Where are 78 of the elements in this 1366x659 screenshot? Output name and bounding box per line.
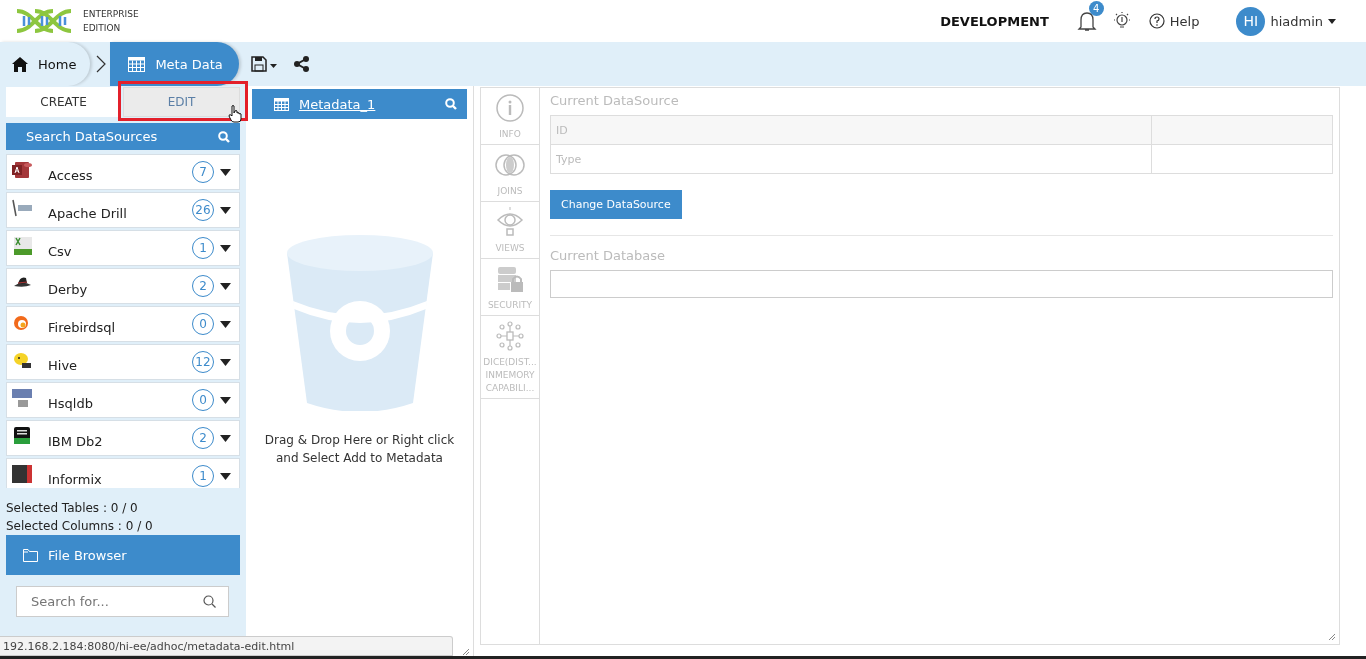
server-lock-icon xyxy=(495,264,525,294)
breadcrumb[interactable]: Home xyxy=(0,42,91,86)
spreadsheet-icon xyxy=(12,237,32,255)
tab[interactable]: CREATE xyxy=(6,87,121,117)
logo-icon xyxy=(15,8,73,34)
search-field[interactable]: Search for... xyxy=(16,586,229,617)
caret-icon[interactable] xyxy=(220,206,231,214)
drop-hint-text: Drag & Drop Here or Right click and Select Add to Metadata xyxy=(263,432,456,467)
search-datasources-bar[interactable]: Search DataSources xyxy=(6,123,240,150)
search-datasources-label: Search DataSources xyxy=(26,129,158,144)
eye-bulb-icon xyxy=(495,207,525,237)
table-icon xyxy=(274,97,289,111)
datasource-item[interactable]: Csv 1 xyxy=(6,230,240,266)
caret-icon[interactable] xyxy=(220,358,231,366)
metadata-name-link[interactable]: Metadata_1 xyxy=(299,96,435,112)
datasource-item[interactable]: Hsqldb 0 xyxy=(6,382,240,418)
caret-icon[interactable] xyxy=(220,244,231,252)
section-title: Current DataSource xyxy=(550,93,680,108)
environment-label: DEVELOPMENT xyxy=(940,13,1049,29)
search-icon[interactable] xyxy=(203,595,216,608)
tab[interactable]: EDIT xyxy=(123,87,240,117)
caret-icon[interactable] xyxy=(1328,18,1336,24)
table-icon xyxy=(128,56,146,72)
datasource-item[interactable]: Informix 1 xyxy=(6,458,240,488)
table-cell: Type xyxy=(551,145,1152,173)
lightbulb-icon[interactable] xyxy=(1112,11,1131,31)
selected-columns-text: Selected Columns : 0 / 0 xyxy=(6,518,154,535)
resize-grip-icon[interactable] xyxy=(1328,633,1336,641)
bell-icon[interactable] xyxy=(1076,10,1097,32)
datasource-name: Access xyxy=(48,167,94,183)
datasource-name: Informix xyxy=(48,471,103,487)
help-link[interactable]: Help xyxy=(1148,13,1200,29)
logo-text: EDITION xyxy=(83,22,122,35)
datasource-item[interactable]: IBM Db2 2 xyxy=(6,420,240,456)
search-input[interactable]: Search for... xyxy=(29,593,203,610)
caret-icon[interactable] xyxy=(220,282,231,290)
access-icon xyxy=(12,161,32,179)
home-icon xyxy=(12,56,28,72)
search-icon[interactable] xyxy=(445,98,457,110)
datasource-item[interactable]: Firebirdsql 0 xyxy=(6,306,240,342)
share-icon[interactable] xyxy=(293,56,310,72)
datasource-item[interactable]: Apache Drill 26 xyxy=(6,192,240,228)
network-icon xyxy=(495,321,525,351)
datasource-name: Derby xyxy=(48,281,89,297)
folder-icon xyxy=(23,548,38,562)
search-icon[interactable] xyxy=(218,130,230,143)
section-title: Current Database xyxy=(550,248,666,263)
datasource-name: Hive xyxy=(48,357,79,373)
file-browser-button[interactable]: File Browser xyxy=(6,535,240,575)
caret-icon[interactable] xyxy=(220,472,231,480)
caret-icon[interactable] xyxy=(220,320,231,328)
logo-text: ENTERPRISE xyxy=(83,8,139,21)
chevron-icon xyxy=(96,55,107,73)
database-field[interactable] xyxy=(550,270,1333,298)
breadcrumb[interactable]: Meta Data xyxy=(110,42,239,86)
table-cell: ID xyxy=(551,116,1152,144)
datasource-item[interactable]: Derby 2 xyxy=(6,268,240,304)
selected-tables-text: Selected Tables : 0 / 0 xyxy=(6,500,139,517)
resize-grip-icon[interactable] xyxy=(462,648,470,656)
datasource-name: Firebirdsql xyxy=(48,319,117,335)
caret-icon[interactable] xyxy=(220,434,231,442)
caret-icon[interactable] xyxy=(220,396,231,404)
datasource-name: Apache Drill xyxy=(48,205,128,221)
notification-badge: 4 xyxy=(1088,1,1104,16)
username-menu[interactable]: hiadmin xyxy=(1270,13,1323,29)
status-url-text: 192.168.2.184:8080/hi-ee/adhoc/metadata-edit.html xyxy=(0,636,453,656)
datasource-name: Csv xyxy=(48,243,73,259)
user-avatar[interactable]: HI xyxy=(1236,6,1266,36)
question-icon[interactable] xyxy=(1148,13,1165,29)
datasource-item[interactable]: Access 7 xyxy=(6,154,240,190)
change-datasource-button[interactable]: Change DataSource xyxy=(550,190,682,219)
datasource-name: Hsqldb xyxy=(48,395,94,411)
datasource-name: IBM Db2 xyxy=(48,433,104,449)
datasource-item[interactable]: Hive 12 xyxy=(6,344,240,380)
save-icon[interactable] xyxy=(250,56,277,72)
hand-cursor-icon xyxy=(228,105,242,123)
info-icon xyxy=(495,93,525,123)
caret-icon[interactable] xyxy=(220,168,231,176)
